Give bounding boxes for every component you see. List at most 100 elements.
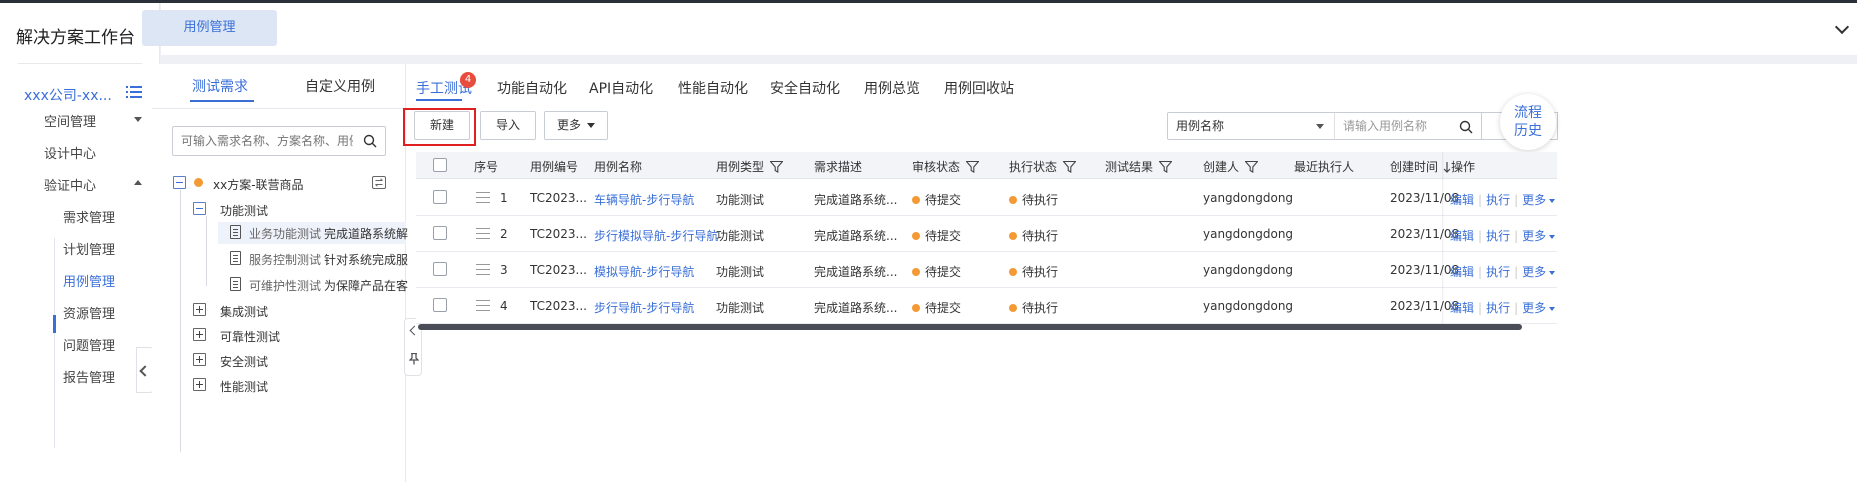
more-link[interactable]: 更多 [1522,301,1546,315]
flow-history-button[interactable]: 流程 历史 [1500,94,1556,150]
filter-icon[interactable] [1063,161,1077,173]
more-link[interactable]: 更多 [1522,265,1546,279]
edit-link[interactable]: 编辑 [1450,265,1474,279]
more-button[interactable]: 更多 [544,111,608,140]
cell-name-link[interactable]: 步行模拟导航-步行导航 [594,227,718,244]
row-checkbox[interactable] [433,298,447,312]
import-button[interactable]: 导入 [480,111,536,140]
cell-seq: 3 [500,263,508,277]
status-dot [912,304,920,312]
tree-leaf-service[interactable]: 服务控制测试 [249,251,321,268]
table-header: 序号 用例编号 用例名称 用例类型 需求描述 审核状态 执行状态 测试结果 创建… [416,152,1557,179]
run-link[interactable]: 执行 [1486,193,1510,207]
status-dot [1009,268,1017,276]
filter-icon[interactable] [1159,161,1173,173]
horizontal-scrollbar[interactable] [418,324,1522,330]
header-result-label: 测试结果 [1105,160,1154,174]
tab-security-automation[interactable]: 安全自动化 [770,78,840,98]
cell-seq: 1 [500,191,508,205]
submenu-active-indicator [53,315,56,333]
tree-search-box[interactable] [172,126,386,156]
tab-custom-cases[interactable]: 自定义用例 [305,76,375,96]
tree-root[interactable]: xx方案-联营商品 [213,176,304,193]
run-link[interactable]: 执行 [1486,265,1510,279]
tree-node-integration[interactable]: 集成测试 [220,303,268,320]
tree-node-reliability[interactable]: 可靠性测试 [220,328,280,345]
pin-icon[interactable] [409,353,419,365]
collapse-icon[interactable] [173,176,186,189]
chevron-down-icon[interactable] [1549,271,1556,275]
search-icon[interactable] [1459,120,1473,134]
org-selector[interactable]: xxx公司-xx... [24,85,112,105]
run-link[interactable]: 执行 [1486,229,1510,243]
list-icon[interactable] [126,85,142,99]
expand-icon[interactable] [193,353,206,366]
expand-icon[interactable] [193,378,206,391]
drag-handle-icon[interactable] [476,300,490,311]
cell-name-link[interactable]: 模拟导航-步行导航 [594,263,694,280]
table-row[interactable]: 4 TC2023... 步行导航-步行导航 功能测试 完成道路系统... 待提交… [416,288,1557,324]
search-icon[interactable] [363,134,377,148]
new-button[interactable]: 新建 [414,111,470,140]
drag-handle-icon[interactable] [476,264,490,275]
chevron-down-icon[interactable] [1834,19,1850,35]
chevron-down-icon[interactable] [1549,199,1556,203]
tab-test-requirements[interactable]: 测试需求 [192,76,248,96]
header-ops: 操作 [1451,160,1476,174]
more-link[interactable]: 更多 [1522,193,1546,207]
tab-case-recycle-bin[interactable]: 用例回收站 [944,78,1014,98]
filter-field-select[interactable]: 用例名称 [1167,112,1335,140]
tree-node-security[interactable]: 安全测试 [220,353,268,370]
tree-node-functional[interactable]: 功能测试 [220,202,268,219]
cell-name-link[interactable]: 步行导航-步行导航 [594,299,694,316]
sidebar-item-issues[interactable]: 问题管理 [63,335,115,354]
table-row[interactable]: 2 TC2023... 步行模拟导航-步行导航 功能测试 完成道路系统... 待… [416,216,1557,252]
tree-leaf-business[interactable]: 业务功能测试 [249,225,321,242]
sidebar-item-plans[interactable]: 计划管理 [63,239,115,258]
menu-verification-center[interactable]: 验证中心 [44,175,96,194]
cell-name-link[interactable]: 车辆导航-步行导航 [594,191,694,208]
more-link[interactable]: 更多 [1522,229,1546,243]
tab-performance-automation[interactable]: 性能自动化 [678,78,748,98]
tab-api-automation[interactable]: API自动化 [589,78,653,98]
collapse-icon[interactable] [193,202,206,215]
table-row[interactable]: 3 TC2023... 模拟导航-步行导航 功能测试 完成道路系统... 待提交… [416,252,1557,288]
sidebar-item-reports[interactable]: 报告管理 [63,367,115,386]
chevron-down-icon[interactable] [1549,307,1556,311]
expand-icon[interactable] [193,328,206,341]
row-checkbox[interactable] [433,190,447,204]
expand-icon[interactable] [193,303,206,316]
filter-icon[interactable] [1245,161,1259,173]
drag-handle-icon[interactable] [476,228,490,239]
edit-link[interactable]: 编辑 [1450,193,1474,207]
sidebar-item-requirements[interactable]: 需求管理 [63,207,115,226]
tab-case-management[interactable]: 用例管理 [142,10,277,46]
filter-icon[interactable] [966,161,980,173]
filter-icon[interactable] [770,161,784,173]
tree-node-performance[interactable]: 性能测试 [220,378,268,395]
filter-value-input[interactable]: 请输入用例名称 [1334,112,1482,140]
menu-space-management[interactable]: 空间管理 [44,111,96,130]
chevron-up-icon[interactable] [134,180,142,185]
chevron-down-icon[interactable] [1549,235,1556,239]
cell-req: 完成道路系统... [814,265,898,279]
sidebar-divider [18,63,142,64]
drag-handle-icon[interactable] [476,192,490,203]
row-checkbox[interactable] [433,226,447,240]
tree-search-input[interactable] [173,127,353,155]
run-link[interactable]: 执行 [1486,301,1510,315]
edit-link[interactable]: 编辑 [1450,301,1474,315]
select-all-checkbox[interactable] [433,158,447,172]
sidebar-item-cases[interactable]: 用例管理 [63,271,115,290]
edit-link[interactable]: 编辑 [1450,229,1474,243]
cell-type: 功能测试 [716,193,765,207]
menu-design-center[interactable]: 设计中心 [44,143,96,162]
tab-function-automation[interactable]: 功能自动化 [497,78,567,98]
tab-case-overview[interactable]: 用例总览 [864,78,920,98]
sidebar-item-resources[interactable]: 资源管理 [63,303,115,322]
table-row[interactable]: 1 TC2023... 车辆导航-步行导航 功能测试 完成道路系统... 待提交… [416,180,1557,216]
tree-leaf-maintain[interactable]: 可维护性测试 [249,277,321,294]
chevron-down-icon[interactable] [134,117,142,122]
row-checkbox[interactable] [433,262,447,276]
swap-icon[interactable] [372,176,386,189]
